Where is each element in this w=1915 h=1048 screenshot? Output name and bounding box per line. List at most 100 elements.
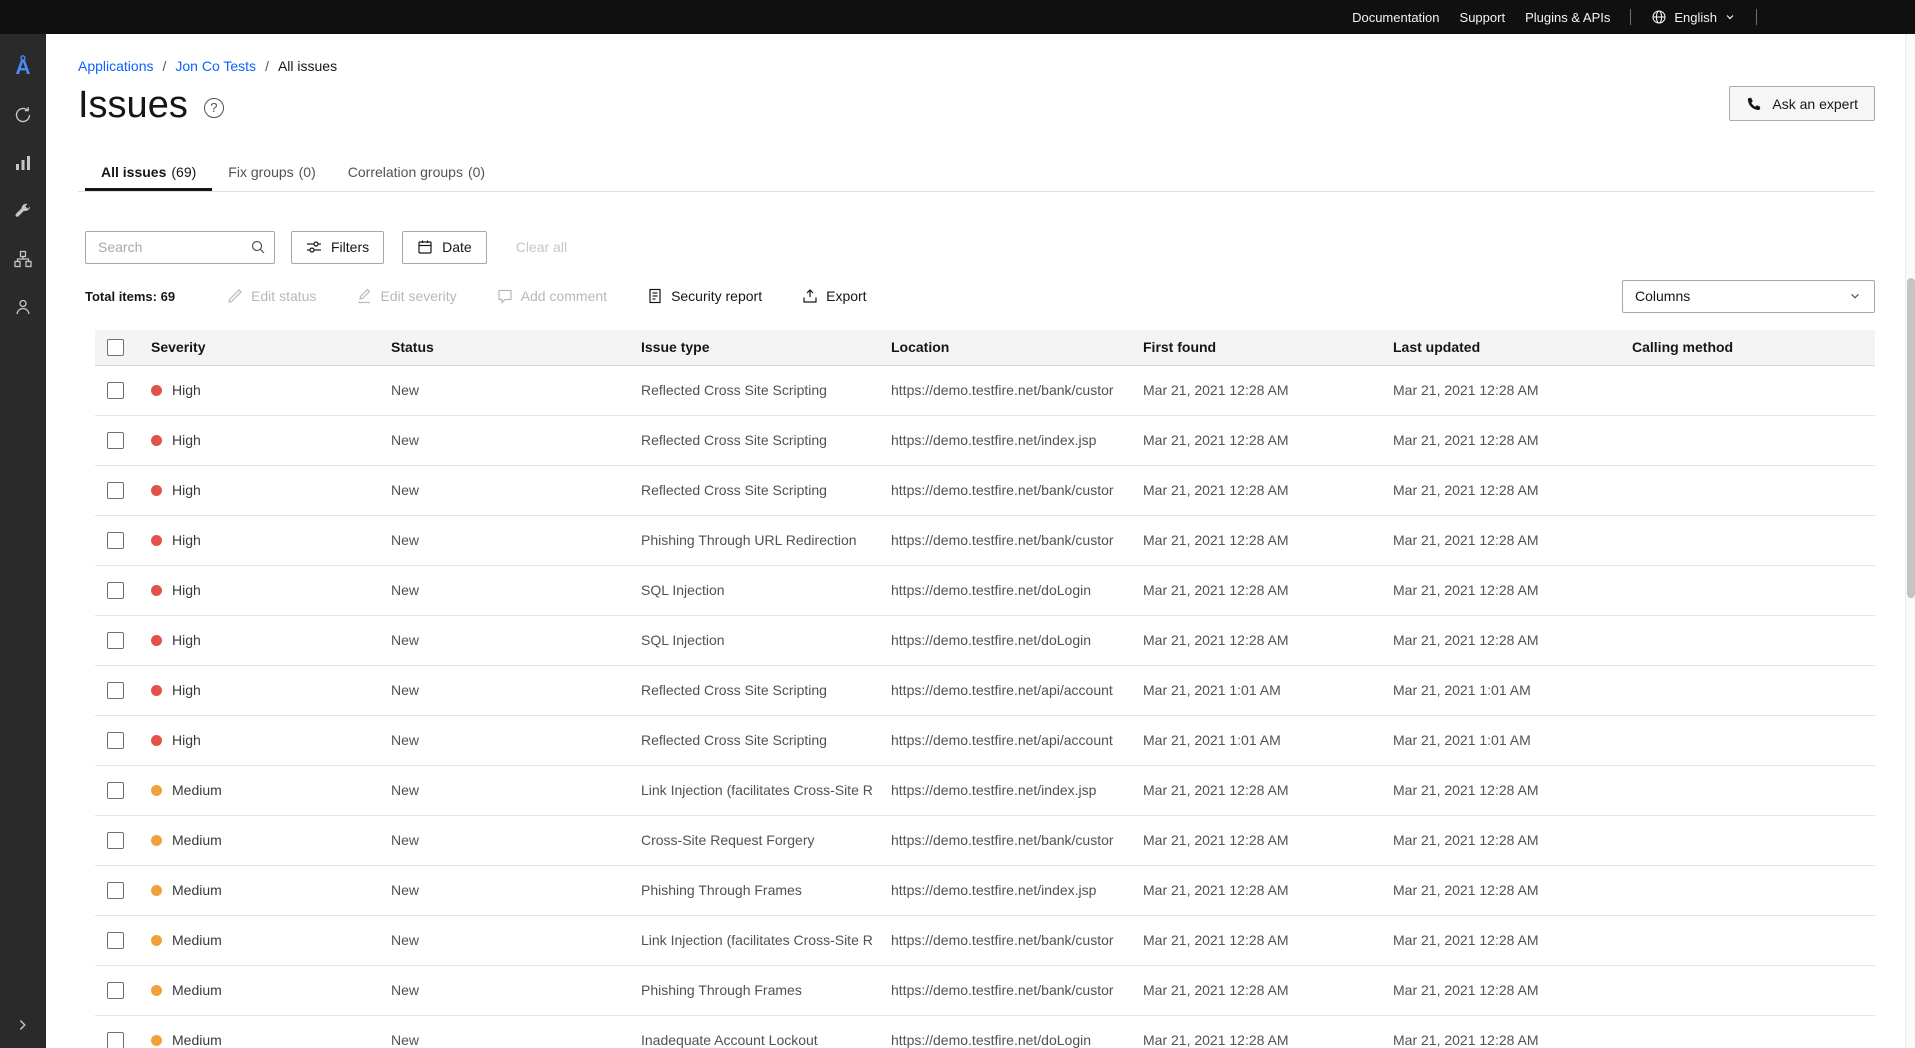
tab-bar: All issues (69) Fix groups (0) Correlati… — [78, 154, 1875, 191]
row-checkbox[interactable] — [107, 932, 124, 949]
search-box — [85, 231, 275, 264]
clear-all-link[interactable]: Clear all — [516, 239, 567, 255]
table-row[interactable]: Medium New Phishing Through Frames https… — [95, 866, 1875, 916]
row-checkbox[interactable] — [107, 632, 124, 649]
table-row[interactable]: High New Reflected Cross Site Scripting … — [95, 666, 1875, 716]
columns-dropdown[interactable]: Columns — [1622, 280, 1875, 313]
columns-dropdown-label: Columns — [1635, 288, 1690, 304]
row-checkbox[interactable] — [107, 382, 124, 399]
breadcrumb-application-name[interactable]: Jon Co Tests — [175, 58, 256, 74]
severity-dot — [151, 835, 162, 846]
status-cell: New — [375, 432, 625, 448]
sidebar-item-account[interactable] — [0, 283, 46, 331]
issues-table: Severity Status Issue type Location Firs… — [95, 330, 1875, 1048]
topbar-link-plugins-apis[interactable]: Plugins & APIs — [1525, 10, 1610, 25]
severity-label: Medium — [172, 832, 222, 848]
edit-status-button[interactable]: Edit status — [227, 288, 316, 304]
tab-label: Correlation groups — [348, 164, 463, 180]
table-row[interactable]: Medium New Inadequate Account Lockout ht… — [95, 1016, 1875, 1048]
header-calling-method[interactable]: Calling method — [1616, 339, 1875, 355]
sidebar-expand-button[interactable] — [0, 1010, 46, 1040]
issue-type-cell: SQL Injection — [625, 632, 875, 648]
row-checkbox[interactable] — [107, 532, 124, 549]
ask-expert-button[interactable]: Ask an expert — [1729, 86, 1875, 121]
sidebar-item-home[interactable]: Å — [0, 43, 46, 91]
table-row[interactable]: Medium New Phishing Through Frames https… — [95, 966, 1875, 1016]
header-first-found[interactable]: First found — [1127, 339, 1377, 355]
tab-correlation-groups[interactable]: Correlation groups (0) — [332, 154, 501, 191]
date-button[interactable]: Date — [402, 231, 487, 264]
sidebar-item-scans[interactable] — [0, 91, 46, 139]
first-found-cell: Mar 21, 2021 12:28 AM — [1127, 882, 1377, 898]
tab-label: Fix groups — [228, 164, 293, 180]
language-selector[interactable]: English — [1651, 9, 1736, 25]
severity-label: High — [172, 582, 201, 598]
calendar-icon — [417, 239, 433, 255]
sidebar-item-reports[interactable] — [0, 139, 46, 187]
row-checkbox[interactable] — [107, 582, 124, 599]
header-location[interactable]: Location — [875, 339, 1127, 355]
severity-label: High — [172, 532, 201, 548]
first-found-cell: Mar 21, 2021 12:28 AM — [1127, 432, 1377, 448]
row-checkbox[interactable] — [107, 482, 124, 499]
scrollbar-thumb[interactable] — [1907, 278, 1915, 598]
table-row[interactable]: Medium New Cross-Site Request Forgery ht… — [95, 816, 1875, 866]
severity-label: Medium — [172, 1032, 222, 1048]
table-row[interactable]: Medium New Link Injection (facilitates C… — [95, 766, 1875, 816]
location-cell: https://demo.testfire.net/doLogin — [875, 1032, 1127, 1048]
export-button[interactable]: Export — [802, 288, 866, 304]
table-row[interactable]: High New Reflected Cross Site Scripting … — [95, 416, 1875, 466]
row-checkbox[interactable] — [107, 882, 124, 899]
first-found-cell: Mar 21, 2021 12:28 AM — [1127, 632, 1377, 648]
header-status[interactable]: Status — [375, 339, 625, 355]
tab-all-issues[interactable]: All issues (69) — [85, 154, 212, 191]
security-report-button[interactable]: Security report — [647, 288, 762, 304]
table-row[interactable]: High New Reflected Cross Site Scripting … — [95, 366, 1875, 416]
appscan-logo-icon: Å — [15, 57, 30, 78]
breadcrumb-applications[interactable]: Applications — [78, 58, 154, 74]
row-checkbox[interactable] — [107, 1032, 124, 1048]
filters-button[interactable]: Filters — [291, 231, 384, 264]
bar-chart-icon — [13, 153, 33, 173]
first-found-cell: Mar 21, 2021 12:28 AM — [1127, 1032, 1377, 1048]
table-row[interactable]: High New SQL Injection https://demo.test… — [95, 616, 1875, 666]
last-updated-cell: Mar 21, 2021 12:28 AM — [1377, 432, 1616, 448]
topbar-link-documentation[interactable]: Documentation — [1352, 10, 1439, 25]
breadcrumb-separator: / — [265, 58, 269, 74]
tab-count: (0) — [299, 164, 316, 180]
edit-severity-button[interactable]: Edit severity — [356, 288, 456, 304]
severity-dot — [151, 735, 162, 746]
main-area: Applications / Jon Co Tests / All issues… — [46, 34, 1915, 1048]
search-input[interactable] — [85, 231, 275, 264]
severity-cell: High — [135, 732, 375, 748]
row-checkbox[interactable] — [107, 432, 124, 449]
tab-fix-groups[interactable]: Fix groups (0) — [212, 154, 331, 191]
severity-label: High — [172, 682, 201, 698]
help-icon[interactable]: ? — [204, 98, 224, 118]
table-row[interactable]: Medium New Link Injection (facilitates C… — [95, 916, 1875, 966]
sidebar-item-tools[interactable] — [0, 187, 46, 235]
header-severity[interactable]: Severity — [135, 339, 375, 355]
row-checkbox[interactable] — [107, 982, 124, 999]
row-checkbox[interactable] — [107, 782, 124, 799]
topbar-link-support[interactable]: Support — [1460, 10, 1506, 25]
issue-type-cell: Reflected Cross Site Scripting — [625, 732, 875, 748]
issue-type-cell: Link Injection (facilitates Cross-Site R — [625, 932, 875, 948]
select-all-checkbox[interactable] — [107, 339, 124, 356]
vertical-scrollbar[interactable] — [1905, 34, 1915, 1048]
table-row[interactable]: High New Reflected Cross Site Scripting … — [95, 466, 1875, 516]
sidebar-item-organization[interactable] — [0, 235, 46, 283]
row-checkbox[interactable] — [107, 832, 124, 849]
table-row[interactable]: High New Phishing Through URL Redirectio… — [95, 516, 1875, 566]
table-row[interactable]: High New Reflected Cross Site Scripting … — [95, 716, 1875, 766]
row-checkbox[interactable] — [107, 682, 124, 699]
row-checkbox[interactable] — [107, 732, 124, 749]
issues-table-body: High New Reflected Cross Site Scripting … — [95, 366, 1875, 1048]
issue-type-cell: Cross-Site Request Forgery — [625, 832, 875, 848]
severity-dot — [151, 635, 162, 646]
first-found-cell: Mar 21, 2021 12:28 AM — [1127, 582, 1377, 598]
header-last-updated[interactable]: Last updated — [1377, 339, 1616, 355]
add-comment-button[interactable]: Add comment — [497, 288, 607, 304]
table-row[interactable]: High New SQL Injection https://demo.test… — [95, 566, 1875, 616]
header-issue-type[interactable]: Issue type — [625, 339, 875, 355]
